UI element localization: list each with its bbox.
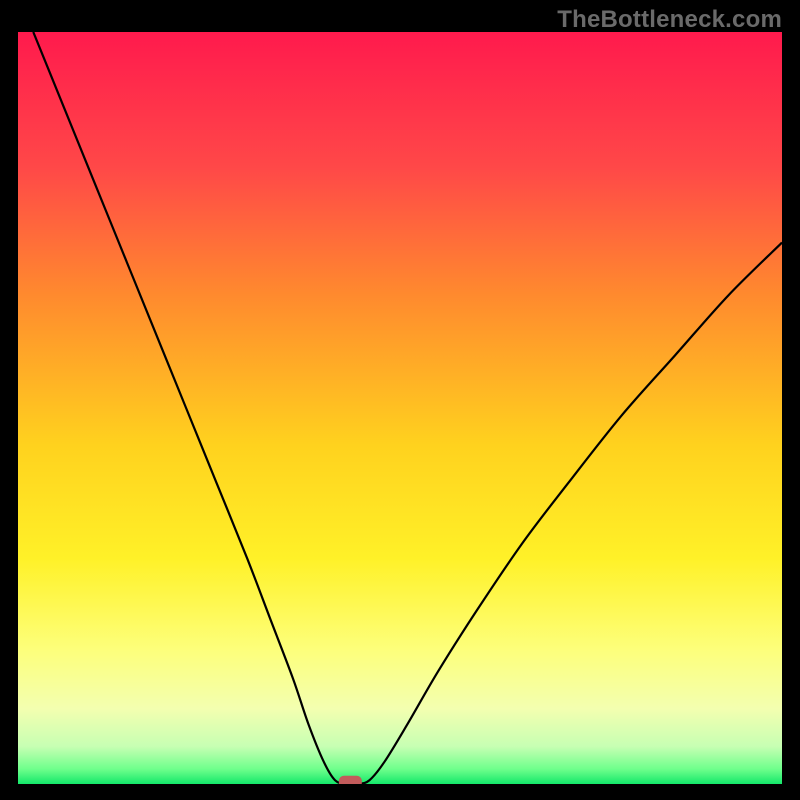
plot-area	[18, 32, 782, 784]
watermark-text: TheBottleneck.com	[557, 6, 782, 34]
chart-container: TheBottleneck.com	[0, 0, 800, 800]
chart-svg	[18, 32, 782, 784]
optimum-marker	[339, 776, 362, 784]
gradient-background	[18, 32, 782, 784]
